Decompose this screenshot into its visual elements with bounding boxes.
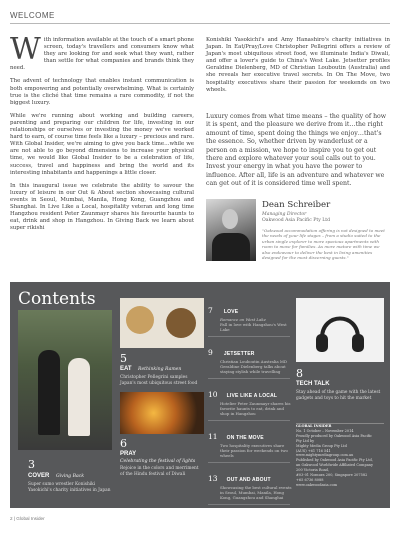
- eat-image: [120, 298, 204, 348]
- featured-title[interactable]: EAT: [120, 366, 132, 372]
- signature-name: Dean Schreiber: [262, 200, 331, 210]
- featured-subtitle: Giving Back: [56, 474, 85, 479]
- header-rule: [10, 23, 390, 24]
- article-paragraph: In this inaugural issue we celebrate the…: [10, 182, 194, 232]
- article-col-2: Konishiki Yasokichi's and Amy Hanashiro'…: [206, 37, 390, 100]
- featured-number: 6: [120, 437, 127, 450]
- signature-org: Oakwood Asia Pacific Pty Ltd: [262, 218, 331, 223]
- featured-subtitle: Celebrating the festival of lights: [120, 459, 196, 464]
- featured-desc: Rejoice in the colors and merriment of t…: [120, 466, 199, 477]
- portrait-photo: [206, 199, 256, 261]
- pull-text: Luxury comes from what time means – the …: [206, 113, 390, 193]
- contents-list-item[interactable]: 9 JETSETTER Christian Louboutin Australi…: [208, 340, 292, 374]
- featured-desc: Super sumo wrestler Konishiki Yasokichi'…: [28, 482, 111, 493]
- publisher-link[interactable]: www.oakwoodasia.com: [296, 483, 384, 488]
- article-paragraph: Konishiki Yasokichi's and Amy Hanashiro'…: [206, 37, 390, 93]
- featured-desc: Christopher Pellegrini samples Japan's m…: [120, 375, 198, 386]
- featured-number: 5: [120, 352, 127, 365]
- featured-number: 3: [28, 458, 35, 471]
- article-paragraph: With information available at the touch …: [10, 32, 194, 72]
- contents-list-item[interactable]: 15 LOCATIONS: [208, 508, 292, 527]
- signature-quote: "Oakwood accommodation offering is not d…: [262, 228, 385, 261]
- contents-list-item[interactable]: 10 LIVE LIKE A LOCAL Hotelier Peter Zaun…: [208, 382, 292, 416]
- publisher-info: GLOBAL INSIDER No. 1 October – November …: [296, 423, 384, 508]
- featured-number: 8: [296, 367, 303, 380]
- cover-image: [18, 310, 112, 450]
- page-footer: 2 | Global Insider: [10, 516, 45, 521]
- featured-title[interactable]: COVER: [28, 473, 49, 479]
- pray-image: [120, 392, 204, 434]
- contents-list: 7 LOVE Romance on West Lake Fall in love…: [208, 298, 292, 527]
- article-col-1: With information available at the touch …: [10, 32, 194, 238]
- section-label: WELCOME: [10, 11, 55, 20]
- contents-list-item[interactable]: 7 LOVE Romance on West Lake Fall in love…: [208, 298, 292, 332]
- article-paragraph: Luxury comes from what time means – the …: [206, 113, 387, 188]
- dropcap: W: [10, 32, 41, 67]
- article-paragraph: While we're running about working and bu…: [10, 112, 194, 176]
- signature-role: Managing Director: [262, 212, 307, 217]
- contents-list-item[interactable]: 13 OUT AND ABOUT Showcasing the best cul…: [208, 466, 292, 500]
- article-paragraph: The advent of technology that enables in…: [10, 78, 194, 106]
- headphones-icon: [316, 316, 364, 352]
- featured-title[interactable]: TECH TALK: [296, 381, 330, 387]
- contents-list-item[interactable]: 11 ON THE MOVE Two hospitality executive…: [208, 424, 292, 458]
- featured-subtitle: Rethinking Ramen: [138, 367, 182, 372]
- contents-title: Contents: [18, 289, 96, 309]
- featured-title[interactable]: PRAY: [120, 451, 136, 457]
- featured-desc: Stay ahead of the game with the latest g…: [296, 390, 381, 401]
- tech-image: [296, 298, 384, 362]
